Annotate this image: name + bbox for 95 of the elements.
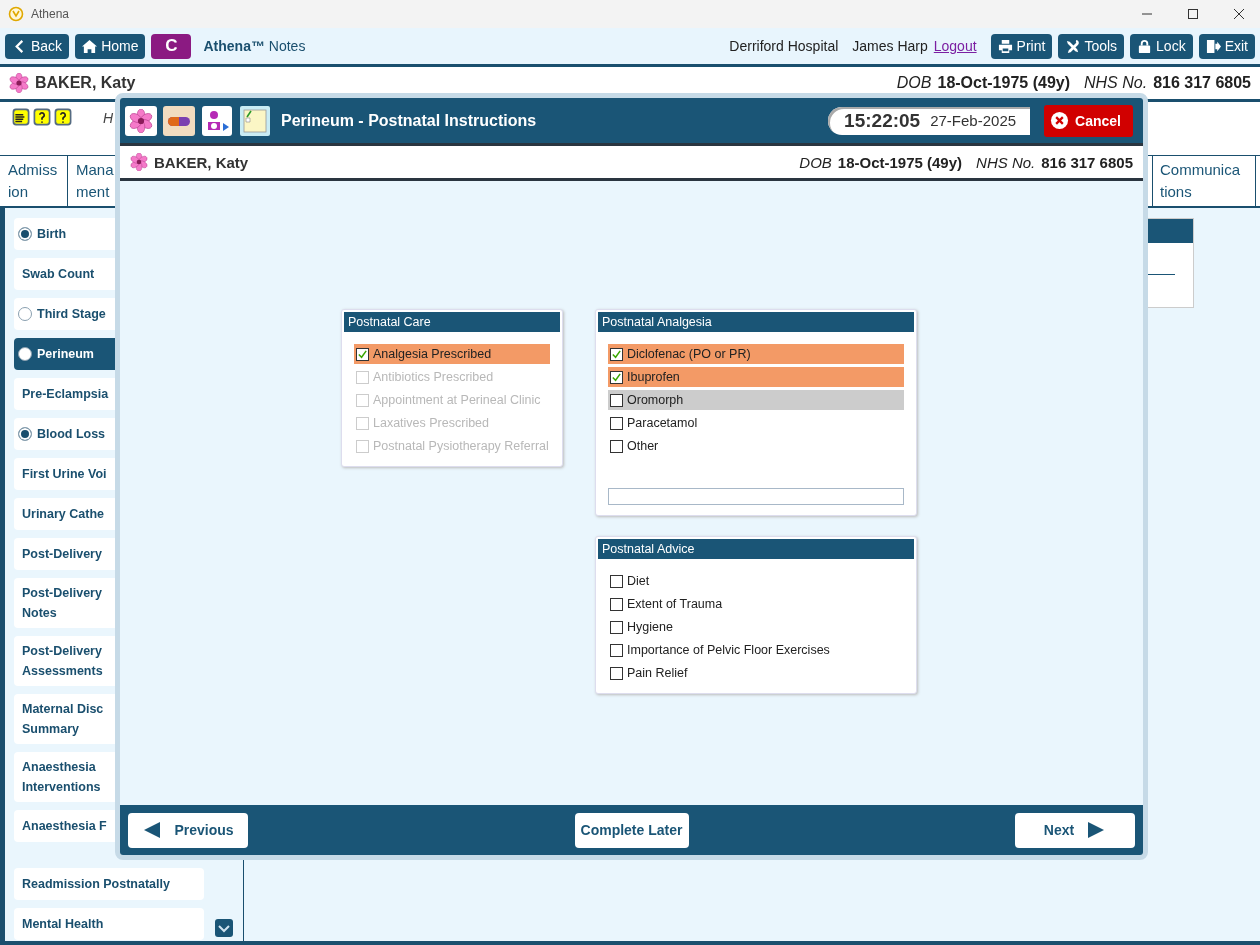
capsule-icon[interactable] [163, 105, 195, 136]
header-text: H [103, 110, 114, 126]
dob-value: 18-Oct-1975 (49y) [937, 74, 1070, 92]
panel-title: Postnatal Advice [598, 539, 914, 559]
complete-later-button[interactable]: Complete Later [574, 812, 689, 848]
checkbox-row[interactable]: Oromorph [608, 390, 904, 410]
sidebar-item[interactable]: Readmission Postnatally [14, 868, 204, 900]
user-name: James Harp [852, 38, 928, 54]
next-button[interactable]: Next [1015, 812, 1135, 848]
checkbox-row[interactable]: Paracetamol [608, 413, 904, 433]
checkbox-label: Oromorph [627, 393, 684, 407]
checkbox-label: Other [627, 439, 659, 453]
nhs-label: NHS No. [976, 153, 1036, 171]
app-logo-icon [8, 6, 24, 22]
checkbox[interactable] [610, 416, 623, 430]
c-button[interactable]: C [151, 33, 192, 59]
checkbox-label: Extent of Trauma [627, 597, 723, 611]
checkbox-label: Importance of Pelvic Floor Exercises [627, 643, 830, 657]
checkbox[interactable] [610, 347, 623, 361]
radio-button[interactable] [18, 307, 32, 321]
checkbox[interactable] [610, 620, 623, 634]
checkbox-label: Hygiene [627, 620, 673, 634]
checkbox[interactable] [610, 666, 623, 680]
window-title: Athena [31, 7, 70, 21]
close-icon [1050, 111, 1070, 130]
checkbox-label: Analgesia Prescribed [373, 347, 492, 361]
text-field[interactable] [608, 488, 904, 505]
checkbox[interactable] [610, 393, 623, 407]
lock-button[interactable]: Lock [1130, 33, 1193, 59]
checkbox-row[interactable]: Diet [608, 571, 904, 591]
checkbox-row[interactable]: Other [608, 436, 904, 456]
exit-button[interactable]: Exit [1198, 33, 1255, 59]
checkbox-row[interactable]: Pain Relief [608, 663, 904, 683]
time-text: 15:22:05 [844, 109, 921, 132]
exit-icon [1205, 38, 1221, 54]
panel-title: Postnatal Care [344, 312, 560, 332]
checkbox-label: Ibuprofen [627, 370, 680, 384]
home-icon [82, 38, 98, 54]
hospital-name: Derriford Hospital [729, 38, 839, 54]
dob-label: DOB [896, 74, 932, 92]
app-name: Athena™ Notes [203, 38, 306, 54]
checkbox-label: Laxatives Prescribed [373, 416, 490, 430]
nhs-value: 816 317 6805 [1153, 74, 1251, 92]
lock-icon [1137, 38, 1153, 54]
back-button[interactable]: Back [5, 33, 70, 59]
radio-button[interactable] [18, 347, 32, 361]
date-text: 27-Feb-2025 [930, 112, 1017, 129]
nhs-value: 816 317 6805 [1041, 153, 1133, 171]
radio-button[interactable] [18, 427, 32, 441]
checkbox-label: Appointment at Perineal Clinic [373, 393, 541, 407]
dialog-title: Perineum - Postnatal Instructions [281, 111, 537, 130]
flower-button-icon [125, 105, 157, 136]
checkbox-label: Antibiotics Prescribed [373, 370, 494, 384]
checkbox-row[interactable]: Ibuprofen [608, 367, 904, 387]
patient-name: BAKER, Katy [35, 74, 136, 92]
checkbox-row[interactable]: Importance of Pelvic Floor Exercises [608, 640, 904, 660]
maximize-icon[interactable] [1188, 9, 1198, 19]
sidebar-item[interactable]: Mental Health [14, 908, 204, 940]
cancel-button[interactable]: Cancel [1044, 104, 1133, 137]
checkbox[interactable] [610, 643, 623, 657]
panel-title: Postnatal Analgesia [598, 312, 914, 332]
flower-icon [9, 73, 29, 93]
patient-name: BAKER, Katy [154, 153, 249, 171]
note-icon[interactable] [239, 105, 271, 136]
checkbox-row[interactable]: Extent of Trauma [608, 594, 904, 614]
checkbox[interactable] [356, 347, 369, 361]
home-button[interactable]: Home [75, 33, 146, 59]
checkbox[interactable] [610, 439, 623, 453]
question-icon[interactable] [54, 108, 72, 126]
checkbox-label: Paracetamol [627, 416, 698, 430]
nhs-label: NHS No. [1084, 74, 1148, 92]
checkbox-label: Diet [627, 574, 650, 588]
checkbox-label: Postnatal Pysiotherapy Referral [373, 439, 549, 453]
dob-label: DOB [799, 153, 832, 171]
checkbox-row[interactable]: Hygiene [608, 617, 904, 637]
left-triangle-icon [142, 822, 163, 838]
previous-button[interactable]: Previous [128, 812, 248, 848]
checkbox[interactable] [610, 574, 623, 588]
printer-icon [997, 38, 1013, 54]
logout-link[interactable]: Logout [933, 38, 977, 54]
checkbox[interactable] [610, 597, 623, 611]
radio-button[interactable] [18, 227, 32, 241]
checkbox-label: Pain Relief [627, 666, 688, 680]
flower-icon [130, 153, 148, 171]
tools-icon [1065, 38, 1081, 54]
checkbox-label: Diclofenac (PO or PR) [627, 347, 751, 361]
print-button[interactable]: Print [990, 33, 1053, 59]
checkbox-row[interactable]: Diclofenac (PO or PR) [608, 344, 904, 364]
tools-button[interactable]: Tools [1058, 33, 1125, 59]
close-icon[interactable] [1234, 9, 1244, 19]
checkbox[interactable] [610, 370, 623, 384]
tab[interactable]: Communica tions [1152, 156, 1256, 206]
scroll-down-icon[interactable] [214, 919, 233, 937]
checkbox-row[interactable]: Analgesia Prescribed [354, 344, 550, 364]
dob-value: 18-Oct-1975 (49y) [837, 153, 963, 171]
